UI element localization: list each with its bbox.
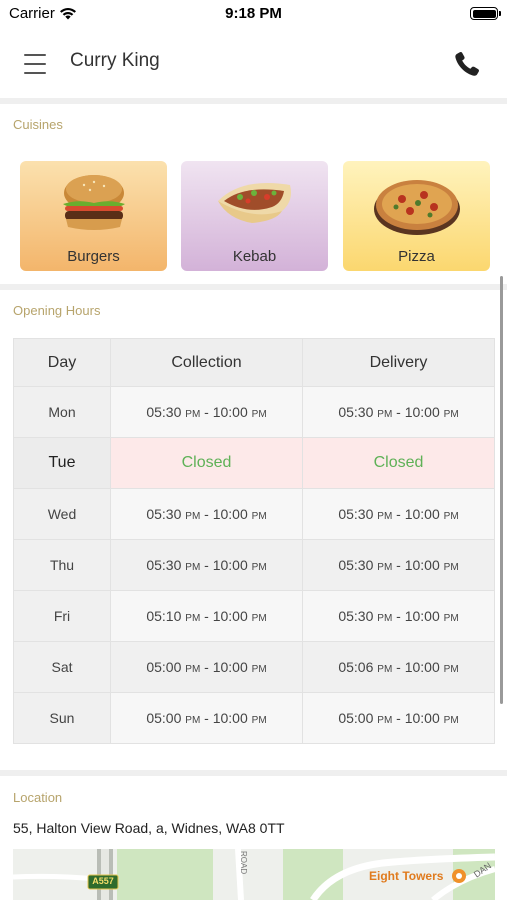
delivery-cell: 05:00 PM - 10:00 PM bbox=[302, 692, 495, 744]
table-row: Wed 05:30 PM - 10:00 PM 05:30 PM - 10:00… bbox=[13, 488, 495, 540]
street-label: ROAD bbox=[239, 851, 248, 875]
day-cell: Thu bbox=[13, 539, 111, 591]
collection-cell: 05:00 PM - 10:00 PM bbox=[110, 692, 303, 744]
delivery-cell: 05:30 PM - 10:00 PM bbox=[302, 488, 495, 540]
map-poi-label: Eight Towers bbox=[369, 869, 444, 883]
divider bbox=[0, 98, 507, 104]
kebab-image bbox=[217, 183, 291, 223]
delivery-cell: 05:30 PM - 10:00 PM bbox=[302, 386, 495, 438]
table-row: Sun 05:00 PM - 10:00 PM 05:00 PM - 10:00… bbox=[13, 692, 495, 744]
day-cell: Mon bbox=[13, 386, 111, 438]
table-row: Fri 05:10 PM - 10:00 PM 05:30 PM - 10:00… bbox=[13, 590, 495, 642]
header-collection: Collection bbox=[110, 338, 303, 387]
day-cell: Tue bbox=[13, 437, 111, 489]
collection-cell: 05:30 PM - 10:00 PM bbox=[110, 488, 303, 540]
cuisine-card-pizza[interactable]: Pizza bbox=[343, 161, 490, 271]
collection-cell: Closed bbox=[110, 437, 303, 489]
location-section-label: Location bbox=[13, 790, 63, 805]
day-cell: Sun bbox=[13, 692, 111, 744]
battery-icon bbox=[470, 7, 501, 20]
collection-cell: 05:00 PM - 10:00 PM bbox=[110, 641, 303, 693]
divider bbox=[0, 770, 507, 776]
status-time: 9:18 PM bbox=[225, 5, 282, 22]
day-cell: Sat bbox=[13, 641, 111, 693]
cuisine-card-kebab[interactable]: Kebab bbox=[181, 161, 328, 271]
hamburger-menu-icon[interactable] bbox=[18, 50, 52, 78]
delivery-cell: Closed bbox=[302, 437, 495, 489]
table-row: Sat 05:00 PM - 10:00 PM 05:06 PM - 10:00… bbox=[13, 641, 495, 693]
scroll-indicator[interactable] bbox=[500, 276, 503, 704]
phone-icon[interactable] bbox=[451, 48, 483, 80]
day-cell: Fri bbox=[13, 590, 111, 642]
opening-hours-section-label: Opening Hours bbox=[13, 303, 101, 318]
delivery-cell: 05:30 PM - 10:00 PM bbox=[302, 590, 495, 642]
address-text: 55, Halton View Road, a, Widnes, WA8 0TT bbox=[13, 820, 285, 836]
pizza-image bbox=[373, 180, 460, 235]
delivery-cell: 05:06 PM - 10:00 PM bbox=[302, 641, 495, 693]
collection-cell: 05:30 PM - 10:00 PM bbox=[110, 386, 303, 438]
table-row: Tue Closed Closed bbox=[13, 437, 495, 489]
table-row: Thu 05:30 PM - 10:00 PM 05:30 PM - 10:00… bbox=[13, 539, 495, 591]
collection-cell: 05:30 PM - 10:00 PM bbox=[110, 539, 303, 591]
cuisines-section-label: Cuisines bbox=[13, 117, 63, 132]
delivery-cell: 05:30 PM - 10:00 PM bbox=[302, 539, 495, 591]
page-title: Curry King bbox=[70, 50, 160, 71]
cuisine-label: Pizza bbox=[398, 248, 435, 265]
status-bar: Carrier 9:18 PM bbox=[0, 0, 507, 30]
nav-bar: Curry King bbox=[0, 30, 507, 98]
divider bbox=[0, 284, 507, 290]
opening-hours-table: Day Collection Delivery Mon 05:30 PM - 1… bbox=[13, 338, 495, 744]
header-day: Day bbox=[13, 338, 111, 387]
location-map[interactable]: A557 ROAD Eight Towers DAN bbox=[13, 849, 495, 900]
table-header-row: Day Collection Delivery bbox=[13, 338, 495, 387]
cuisine-card-burgers[interactable]: Burgers bbox=[20, 161, 167, 271]
cuisine-label: Kebab bbox=[232, 248, 277, 265]
table-row: Mon 05:30 PM - 10:00 PM 05:30 PM - 10:00… bbox=[13, 386, 495, 438]
road-badge: A557 bbox=[92, 876, 114, 886]
collection-cell: 05:10 PM - 10:00 PM bbox=[110, 590, 303, 642]
cuisine-label: Burgers bbox=[67, 248, 120, 265]
day-cell: Wed bbox=[13, 488, 111, 540]
burger-image bbox=[62, 175, 125, 230]
header-delivery: Delivery bbox=[302, 338, 495, 387]
